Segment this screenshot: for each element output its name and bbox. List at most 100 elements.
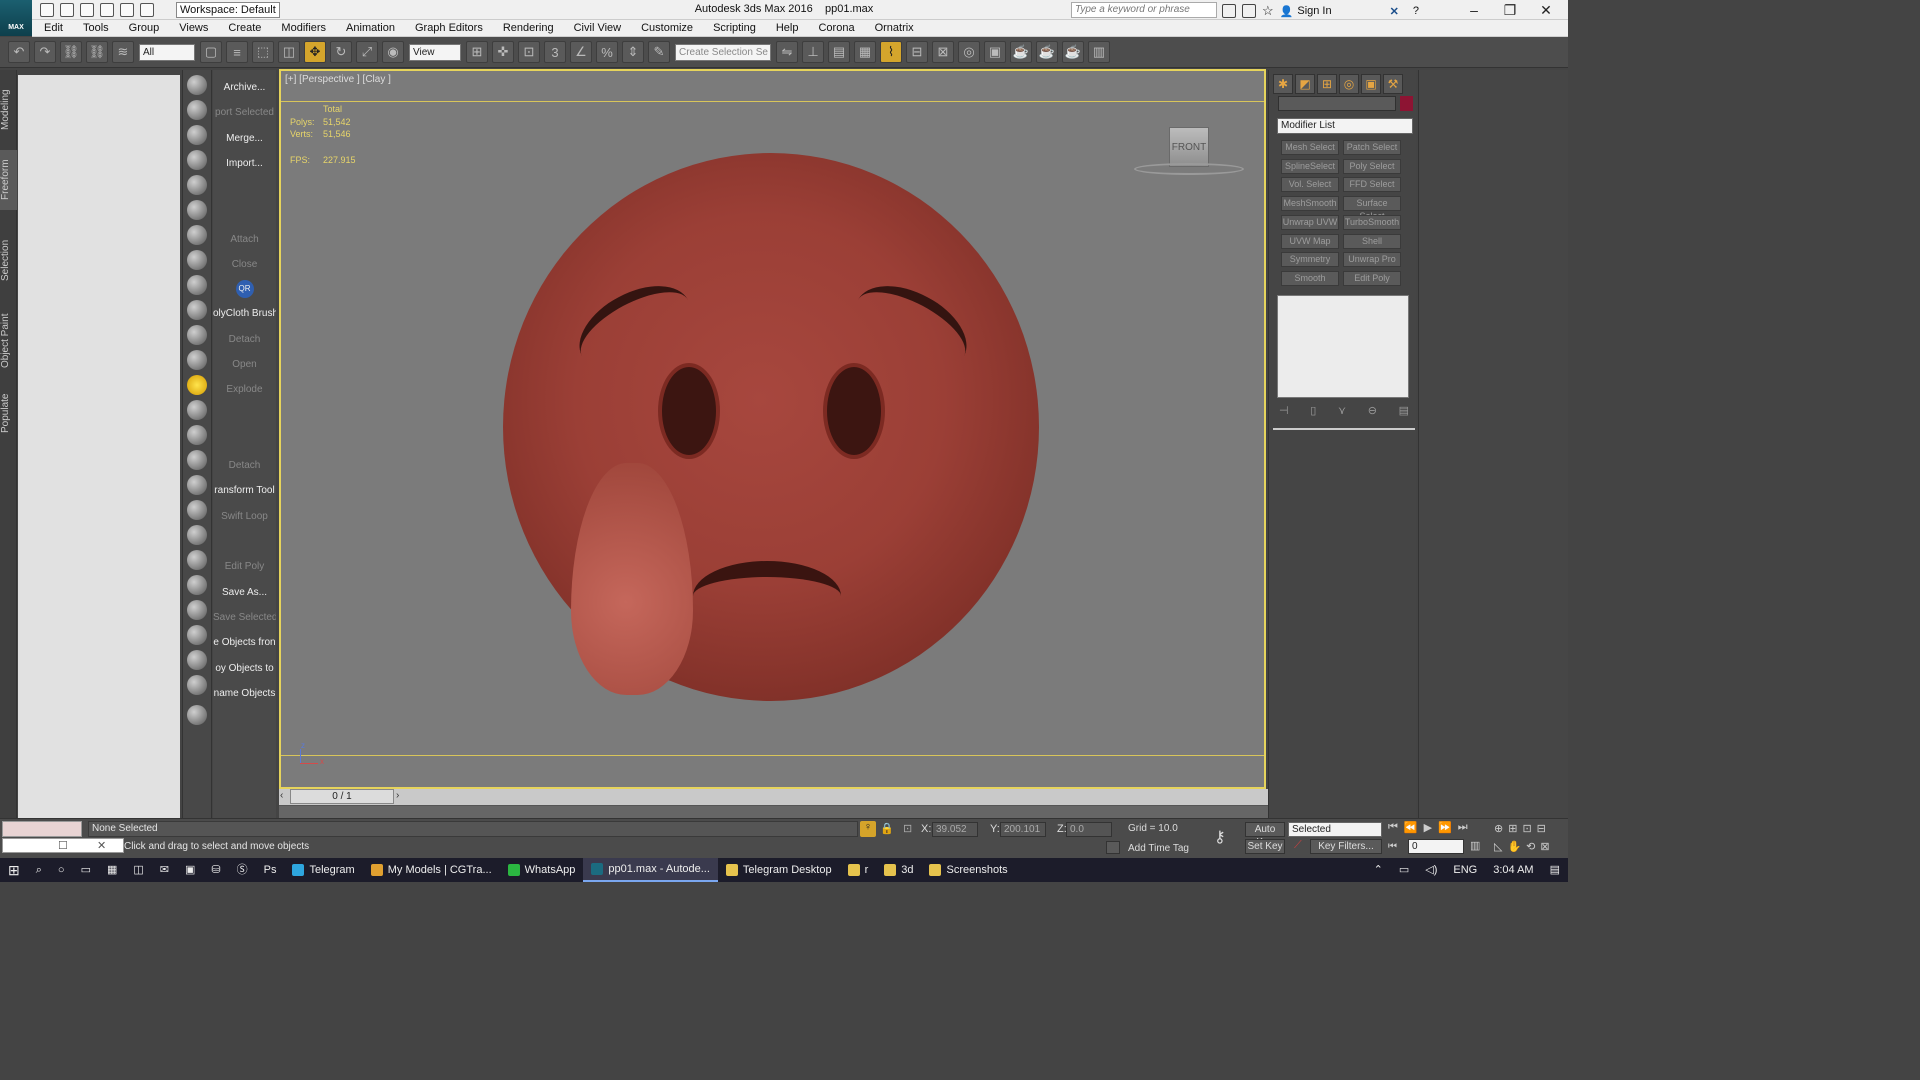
- viewcube[interactable]: FRONT: [1169, 127, 1209, 167]
- modifier-button-edit-poly[interactable]: Edit Poly: [1343, 270, 1401, 286]
- command-archive[interactable]: Archive...: [213, 75, 276, 100]
- command-e-objects-fron[interactable]: e Objects fron: [213, 630, 276, 655]
- tool-icon-3[interactable]: [187, 125, 207, 145]
- tool-icon-17[interactable]: [187, 475, 207, 495]
- volume-icon[interactable]: ◁): [1417, 858, 1445, 882]
- project-folder-icon[interactable]: [140, 3, 154, 17]
- schematic-view-icon[interactable]: ⊟: [906, 41, 928, 63]
- modifier-button-unwrap-uvw[interactable]: Unwrap UVW: [1281, 214, 1339, 230]
- select-rotate-icon[interactable]: ↻: [330, 41, 352, 63]
- time-tag-icon[interactable]: [1106, 841, 1120, 854]
- taskbar-item[interactable]: r: [840, 858, 877, 882]
- add-time-tag[interactable]: Add Time Tag: [1128, 843, 1189, 854]
- tool-icon-5[interactable]: [187, 175, 207, 195]
- render-setup-icon[interactable]: ◎: [958, 41, 980, 63]
- sign-in-button[interactable]: Sign In: [1297, 5, 1331, 17]
- edit-named-selection-icon[interactable]: ✎: [648, 41, 670, 63]
- tool-icon-7[interactable]: [187, 225, 207, 245]
- modifier-stack[interactable]: [1277, 295, 1409, 398]
- command-edit-poly[interactable]: Edit Poly: [213, 554, 276, 579]
- taskbar-item[interactable]: pp01.max - Autode...: [583, 858, 718, 882]
- utilities-tab-icon[interactable]: ⚒: [1383, 74, 1403, 94]
- help-search-input[interactable]: Type a keyword or phrase: [1071, 2, 1217, 18]
- named-selection-input[interactable]: Create Selection Se: [675, 43, 771, 61]
- tool-icon-8[interactable]: [187, 250, 207, 270]
- tool-icon-1[interactable]: [187, 75, 207, 95]
- show-end-result-icon[interactable]: ▯: [1310, 404, 1316, 417]
- isolate-toggle-icon[interactable]: ♀: [860, 821, 876, 837]
- command-qr[interactable]: QR: [235, 280, 254, 299]
- command-icon[interactable]: [213, 403, 276, 428]
- taskbar-item[interactable]: 3d: [876, 858, 921, 882]
- command-ransform-tool[interactable]: ransform Tool: [213, 478, 276, 503]
- zoom-extents-icon[interactable]: ⊡: [1522, 822, 1531, 835]
- align-icon[interactable]: ⊥: [802, 41, 824, 63]
- undo-icon[interactable]: [100, 3, 114, 17]
- tool-icon-6[interactable]: [187, 200, 207, 220]
- modify-tab-icon[interactable]: ◩: [1295, 74, 1315, 94]
- tool-icon-10[interactable]: [187, 300, 207, 320]
- modifier-button-poly-select[interactable]: Poly Select: [1343, 158, 1401, 174]
- taskbar-item[interactable]: Screenshots: [921, 858, 1015, 882]
- viewport-label[interactable]: [+] [Perspective ] [Clay ]: [285, 74, 391, 85]
- hierarchy-tab-icon[interactable]: ⊞: [1317, 74, 1337, 94]
- zoom-extents-all-icon[interactable]: ⊟: [1537, 822, 1546, 835]
- x-coordinate-field[interactable]: 39.052: [932, 822, 978, 837]
- maxscript-listener[interactable]: [2, 821, 82, 837]
- notifications-icon[interactable]: ▤: [1542, 858, 1568, 882]
- photoshop-icon[interactable]: Ps: [256, 858, 285, 882]
- menu-tools[interactable]: Tools: [73, 20, 119, 37]
- menu-scripting[interactable]: Scripting: [703, 20, 766, 37]
- network-icon[interactable]: ⛁: [203, 858, 228, 882]
- unlink-icon[interactable]: ⛓: [86, 41, 108, 63]
- lock-icon[interactable]: 🔒: [880, 822, 894, 835]
- set-key-button[interactable]: Set Key: [1245, 839, 1285, 854]
- command-oy-objects-to[interactable]: oy Objects to: [213, 656, 276, 681]
- menu-civil-view[interactable]: Civil View: [564, 20, 631, 37]
- create-tab-icon[interactable]: ✱: [1273, 74, 1293, 94]
- perspective-viewport[interactable]: [+] [Perspective ] [Clay ] Total Polys: 5…: [279, 69, 1266, 789]
- ribbon-tab-selection[interactable]: Selection: [0, 230, 17, 290]
- key-mode-dropdown[interactable]: Selected: [1288, 822, 1382, 837]
- menu-edit[interactable]: Edit: [34, 20, 73, 37]
- window-crossing-icon[interactable]: ◫: [278, 41, 300, 63]
- subscription-icon[interactable]: [1242, 4, 1256, 18]
- command-attach[interactable]: Attach: [213, 227, 276, 252]
- close-icon[interactable]: ✕: [97, 840, 106, 852]
- select-manipulate-icon[interactable]: ✜: [492, 41, 514, 63]
- search-icon[interactable]: ⌕: [28, 858, 50, 882]
- menu-graph-editors[interactable]: Graph Editors: [405, 20, 493, 37]
- angle-snap-icon[interactable]: ∠: [570, 41, 592, 63]
- go-to-end-icon[interactable]: ⏭: [1458, 821, 1468, 834]
- modifier-button-uvw-map[interactable]: UVW Map: [1281, 233, 1339, 249]
- modifier-button-meshsmooth[interactable]: MeshSmooth: [1281, 196, 1339, 212]
- minimize-icon[interactable]: –: [1456, 0, 1492, 20]
- help-icon[interactable]: ?: [1413, 5, 1419, 17]
- tool-icon-18[interactable]: [187, 500, 207, 520]
- tool-icon-22[interactable]: [187, 600, 207, 620]
- zoom-icon[interactable]: ⊕: [1494, 822, 1503, 835]
- make-unique-icon[interactable]: ⋎: [1338, 404, 1346, 417]
- restore-icon[interactable]: ☐: [58, 840, 68, 852]
- sun-icon[interactable]: [187, 375, 207, 395]
- y-coordinate-field[interactable]: 200.101: [1000, 822, 1046, 837]
- render-iterative-icon[interactable]: ☕: [1036, 41, 1058, 63]
- key-mode-toggle-icon[interactable]: ⏮: [1388, 841, 1397, 852]
- menu-animation[interactable]: Animation: [336, 20, 405, 37]
- command-detach[interactable]: Detach: [213, 327, 276, 352]
- close-icon[interactable]: ✕: [1528, 0, 1564, 20]
- tool-icon-25[interactable]: [187, 675, 207, 695]
- next-frame-icon[interactable]: ⏩: [1438, 821, 1452, 834]
- select-by-name-icon[interactable]: ≡: [226, 41, 248, 63]
- ribbon-tab-freeform[interactable]: Freeform: [0, 150, 17, 210]
- time-config-icon[interactable]: ▥: [1470, 839, 1480, 852]
- tool-icon-19[interactable]: [187, 525, 207, 545]
- tool-icon-4[interactable]: [187, 150, 207, 170]
- remove-modifier-icon[interactable]: ⊖: [1368, 404, 1377, 417]
- render-online-icon[interactable]: ▥: [1088, 41, 1110, 63]
- command-name-objects[interactable]: name Objects: [213, 681, 276, 706]
- new-file-icon[interactable]: [40, 3, 54, 17]
- menu-corona[interactable]: Corona: [808, 20, 864, 37]
- zoom-all-icon[interactable]: ⊞: [1508, 822, 1517, 835]
- toggle-ribbon-icon[interactable]: ▦: [854, 41, 876, 63]
